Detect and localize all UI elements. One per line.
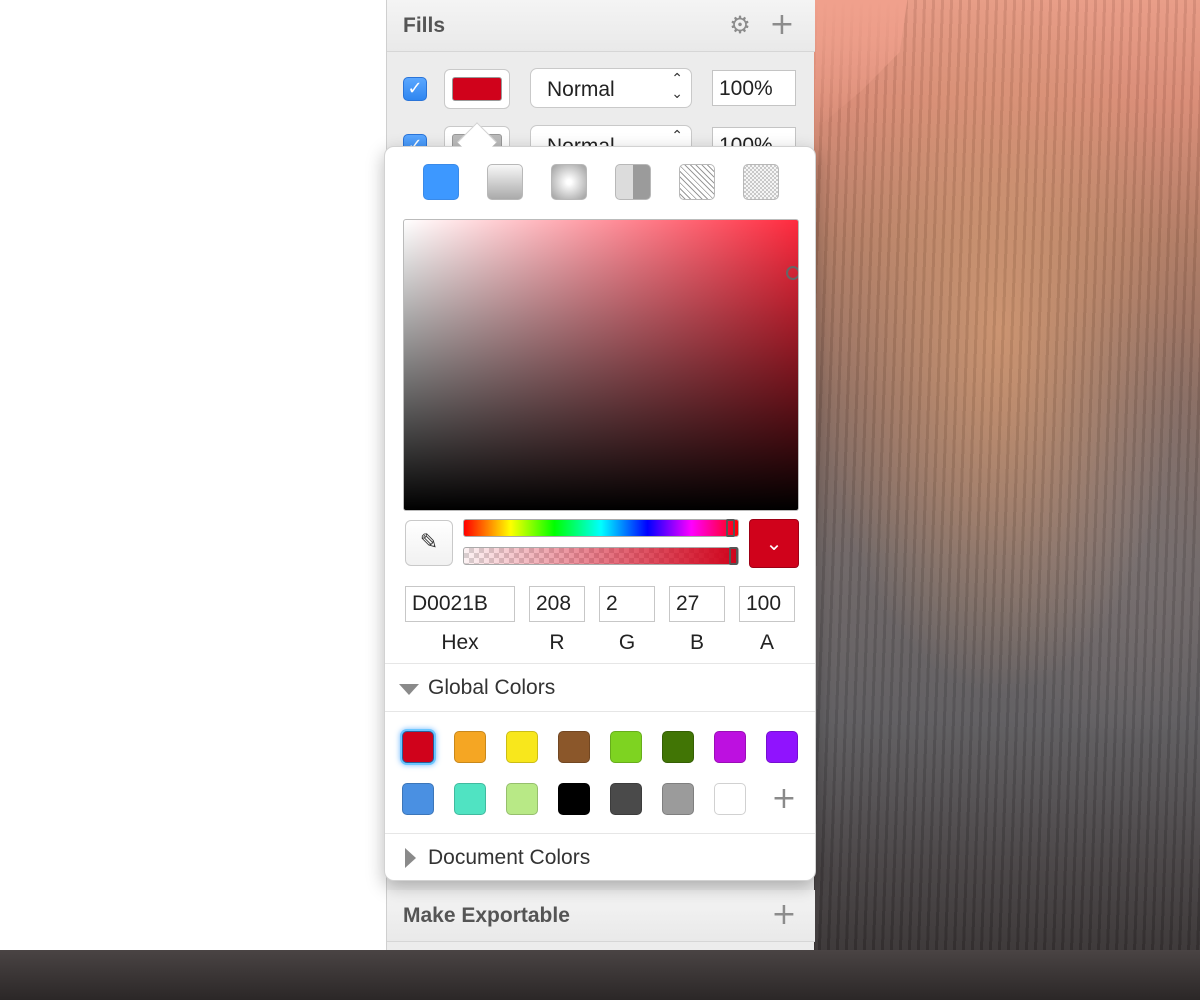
add-fill-plus-icon[interactable]: + xyxy=(769,10,795,40)
disclosure-triangle-open-icon[interactable] xyxy=(399,684,419,695)
global-color-swatch[interactable] xyxy=(402,731,434,763)
global-color-swatch[interactable] xyxy=(610,731,642,763)
divider xyxy=(385,833,815,834)
alpha-field[interactable]: 100 xyxy=(739,586,795,622)
red-label: R xyxy=(549,631,565,654)
green-field[interactable]: 2 xyxy=(599,586,655,622)
fill-type-noise-button[interactable] xyxy=(743,164,779,200)
blend-mode-select[interactable]: Normal ⌃⌄ xyxy=(530,68,692,108)
divider xyxy=(385,663,815,664)
eyedropper-icon[interactable]: ✎ xyxy=(405,520,453,566)
red-field[interactable]: 208 xyxy=(529,586,585,622)
divider xyxy=(385,711,815,712)
global-color-swatch[interactable] xyxy=(714,731,746,763)
global-colors-title[interactable]: Global Colors xyxy=(428,676,555,700)
fill-row: ✓ Normal ⌃⌄ 100% xyxy=(387,64,815,114)
fill-enabled-checkbox[interactable]: ✓ xyxy=(403,77,427,101)
add-color-plus-icon[interactable]: + xyxy=(768,784,800,816)
add-export-plus-icon[interactable]: + xyxy=(771,900,797,930)
fills-section-header: Fills ⚙ + xyxy=(387,0,815,52)
gear-icon[interactable]: ⚙ xyxy=(727,12,753,38)
fill-type-linear-gradient-button[interactable] xyxy=(487,164,523,200)
color-field-handle[interactable] xyxy=(786,266,798,280)
fills-section-title: Fills xyxy=(403,14,446,37)
global-color-swatch[interactable] xyxy=(662,783,694,815)
global-color-swatch[interactable] xyxy=(766,731,798,763)
disclosure-triangle-closed-icon[interactable] xyxy=(405,848,416,868)
hue-slider-knob[interactable] xyxy=(726,519,735,537)
alpha-label: A xyxy=(759,631,774,654)
global-color-swatch[interactable] xyxy=(714,783,746,815)
fill-type-pattern-button[interactable] xyxy=(679,164,715,200)
stepper-arrows-icon: ⌃⌄ xyxy=(671,71,683,102)
global-color-swatch[interactable] xyxy=(402,783,434,815)
blend-mode-value: Normal xyxy=(547,78,615,101)
make-exportable-title: Make Exportable xyxy=(403,904,570,927)
green-label: G xyxy=(618,631,636,654)
document-colors-title[interactable]: Document Colors xyxy=(428,846,590,870)
global-color-swatch[interactable] xyxy=(662,731,694,763)
global-color-swatch[interactable] xyxy=(610,783,642,815)
hex-label: Hex xyxy=(441,631,479,654)
alpha-slider-knob[interactable] xyxy=(729,547,738,565)
alpha-slider[interactable] xyxy=(463,547,739,565)
global-color-swatch[interactable] xyxy=(506,783,538,815)
fill-opacity-field[interactable]: 100% xyxy=(712,70,796,106)
chevron-down-icon: ⌄ xyxy=(765,531,783,555)
fill-type-angular-gradient-button[interactable] xyxy=(615,164,651,200)
global-color-swatch[interactable] xyxy=(454,783,486,815)
hex-field[interactable]: D0021B xyxy=(405,586,515,622)
global-color-swatch[interactable] xyxy=(558,783,590,815)
drawing-canvas[interactable] xyxy=(0,0,386,950)
current-color-preview[interactable]: ⌄ xyxy=(749,519,799,568)
saturation-brightness-field[interactable] xyxy=(403,219,799,511)
fill-color-swatch-button[interactable] xyxy=(444,69,510,109)
global-color-swatch[interactable] xyxy=(506,731,538,763)
blue-label: B xyxy=(689,631,704,654)
blue-field[interactable]: 27 xyxy=(669,586,725,622)
color-picker-popover: ✎ ⌄ D0021B 208 2 27 100 Hex R G B A Glob… xyxy=(384,146,816,881)
hue-slider[interactable] xyxy=(463,519,739,537)
global-color-swatch[interactable] xyxy=(454,731,486,763)
fill-type-radial-gradient-button[interactable] xyxy=(551,164,587,200)
make-exportable-header: Make Exportable + xyxy=(387,890,815,942)
fill-color-swatch xyxy=(452,77,502,101)
fill-type-solid-button[interactable] xyxy=(423,164,459,200)
global-color-swatch[interactable] xyxy=(558,731,590,763)
